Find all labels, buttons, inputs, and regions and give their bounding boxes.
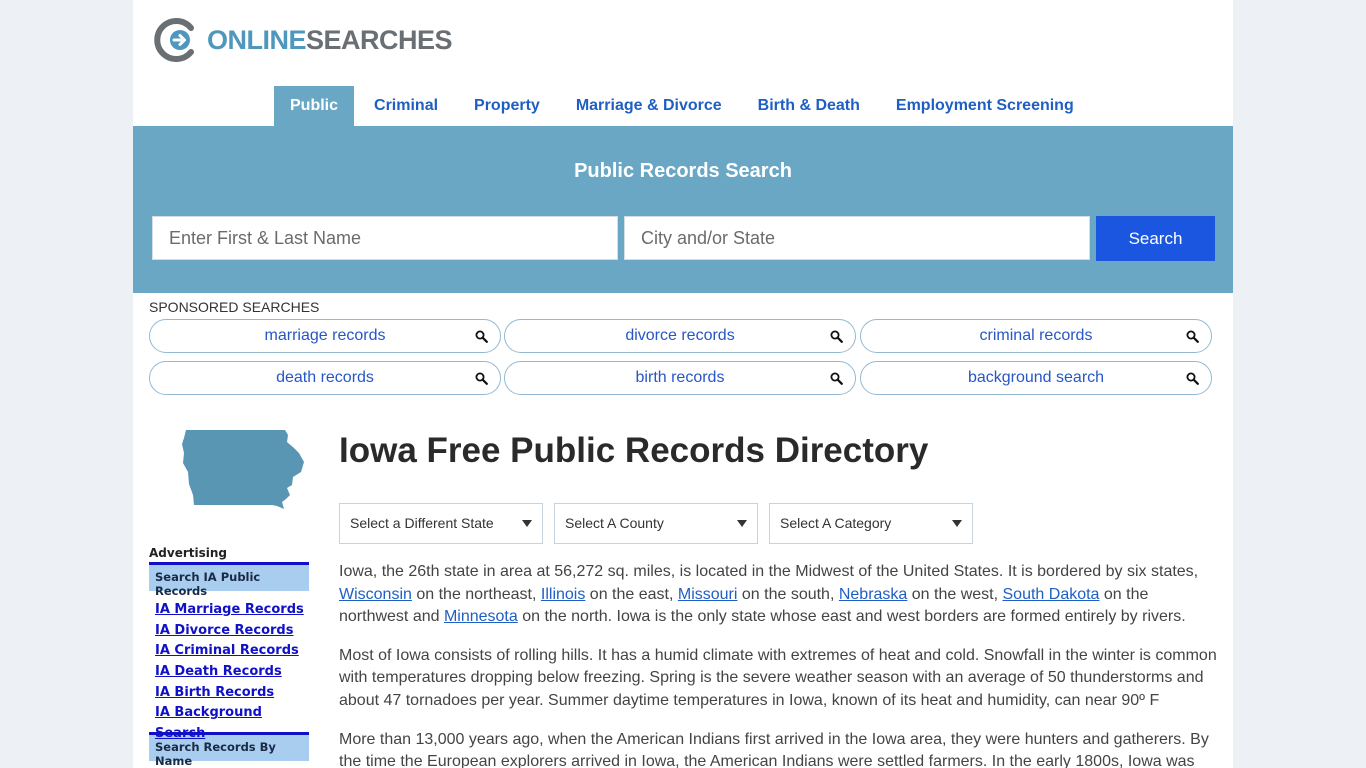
nav-birth-death[interactable]: Birth & Death: [742, 86, 876, 126]
search-icon: [830, 372, 843, 385]
category-select[interactable]: Select A Category: [769, 503, 973, 544]
category-select-value: Select A Category: [780, 515, 892, 531]
link-nebraska[interactable]: Nebraska: [839, 586, 907, 603]
main-nav: Public Criminal Property Marriage & Divo…: [274, 86, 1094, 126]
pill-label: divorce records: [625, 327, 735, 344]
search-icon: [1186, 330, 1199, 343]
logo-searches-text: SEARCHES: [306, 24, 453, 55]
sponsored-background-search[interactable]: background search: [860, 361, 1212, 395]
para-text: on the east,: [585, 585, 678, 603]
sidebar-link-criminal-records[interactable]: IA Criminal Records: [155, 641, 309, 662]
sponsored-marriage-records[interactable]: marriage records: [149, 319, 501, 353]
city-state-input[interactable]: [624, 216, 1090, 260]
sidebar: Advertising Search IA Public Records IA …: [149, 546, 309, 768]
search-hero: Public Records Search Search: [133, 126, 1233, 293]
sponsored-birth-records[interactable]: birth records: [504, 361, 856, 395]
page-container: ONLINESEARCHES Public Criminal Property …: [133, 0, 1233, 768]
para-text: on the north. Iowa is the only state who…: [517, 608, 1186, 626]
state-select-value: Select a Different State: [350, 515, 494, 531]
logo-text: ONLINESEARCHES: [207, 24, 453, 55]
para-text: on the northeast,: [411, 585, 541, 603]
pill-label: criminal records: [979, 327, 1093, 344]
para-text: Iowa, the 26th state in area at 56,272 s…: [339, 563, 1199, 580]
search-button[interactable]: Search: [1096, 216, 1215, 261]
site-logo[interactable]: ONLINESEARCHES: [153, 18, 453, 62]
county-select-value: Select A County: [565, 515, 664, 531]
chevron-down-icon: [737, 520, 747, 527]
sidebar-section-public-records: Search IA Public Records: [149, 562, 309, 598]
sidebar-link-marriage-records[interactable]: IA Marriage Records: [155, 600, 309, 621]
main-content: Iowa Free Public Records Directory Selec…: [339, 428, 1219, 768]
para-text: on the west,: [907, 585, 1003, 603]
pill-label: birth records: [635, 369, 725, 386]
search-title: Public Records Search: [574, 160, 792, 182]
page-title: Iowa Free Public Records Directory: [339, 431, 929, 470]
advertising-label: Advertising: [149, 546, 227, 560]
sponsored-death-records[interactable]: death records: [149, 361, 501, 395]
link-missouri[interactable]: Missouri: [678, 586, 738, 603]
nav-employment-screening[interactable]: Employment Screening: [880, 86, 1090, 126]
pill-label: marriage records: [264, 327, 386, 344]
link-minnesota[interactable]: Minnesota: [444, 608, 518, 625]
chevron-down-icon: [522, 520, 532, 527]
sidebar-link-death-records[interactable]: IA Death Records: [155, 662, 309, 683]
filter-selects: Select a Different State Select A County…: [339, 503, 1219, 544]
link-illinois[interactable]: Illinois: [541, 586, 585, 603]
pill-label: background search: [967, 369, 1105, 386]
sidebar-link-background-search[interactable]: IA Background Search: [155, 703, 309, 741]
climate-paragraph: Most of Iowa consists of rolling hills. …: [339, 646, 1217, 709]
sponsored-title: SPONSORED SEARCHES: [149, 299, 320, 315]
pill-label: death records: [276, 369, 374, 386]
nav-marriage-divorce[interactable]: Marriage & Divorce: [560, 86, 738, 126]
link-south-dakota[interactable]: South Dakota: [1003, 586, 1100, 603]
sidebar-link-birth-records[interactable]: IA Birth Records: [155, 683, 309, 704]
chevron-down-icon: [952, 520, 962, 527]
nav-public[interactable]: Public: [274, 86, 355, 126]
nav-property[interactable]: Property: [458, 86, 556, 126]
nav-criminal[interactable]: Criminal: [358, 86, 454, 126]
iowa-map-icon: [182, 430, 304, 509]
search-icon: [475, 372, 488, 385]
search-icon: [830, 330, 843, 343]
intro-paragraph: Iowa, the 26th state in area at 56,272 s…: [339, 561, 1219, 629]
name-search-input[interactable]: [152, 216, 618, 260]
logo-online-text: ONLINE: [207, 24, 307, 55]
logo-icon: [154, 18, 194, 62]
sidebar-links: IA Marriage Records IA Divorce Records I…: [149, 591, 309, 741]
sponsored-criminal-records[interactable]: criminal records: [860, 319, 1212, 353]
link-wisconsin[interactable]: Wisconsin: [339, 586, 412, 603]
county-select[interactable]: Select A County: [554, 503, 758, 544]
sidebar-link-divorce-records[interactable]: IA Divorce Records: [155, 621, 309, 642]
para-text: on the south,: [737, 585, 839, 603]
sponsored-divorce-records[interactable]: divorce records: [504, 319, 856, 353]
search-icon: [1186, 372, 1199, 385]
state-select[interactable]: Select a Different State: [339, 503, 543, 544]
history-paragraph: More than 13,000 years ago, when the Ame…: [339, 730, 1209, 768]
search-icon: [475, 330, 488, 343]
